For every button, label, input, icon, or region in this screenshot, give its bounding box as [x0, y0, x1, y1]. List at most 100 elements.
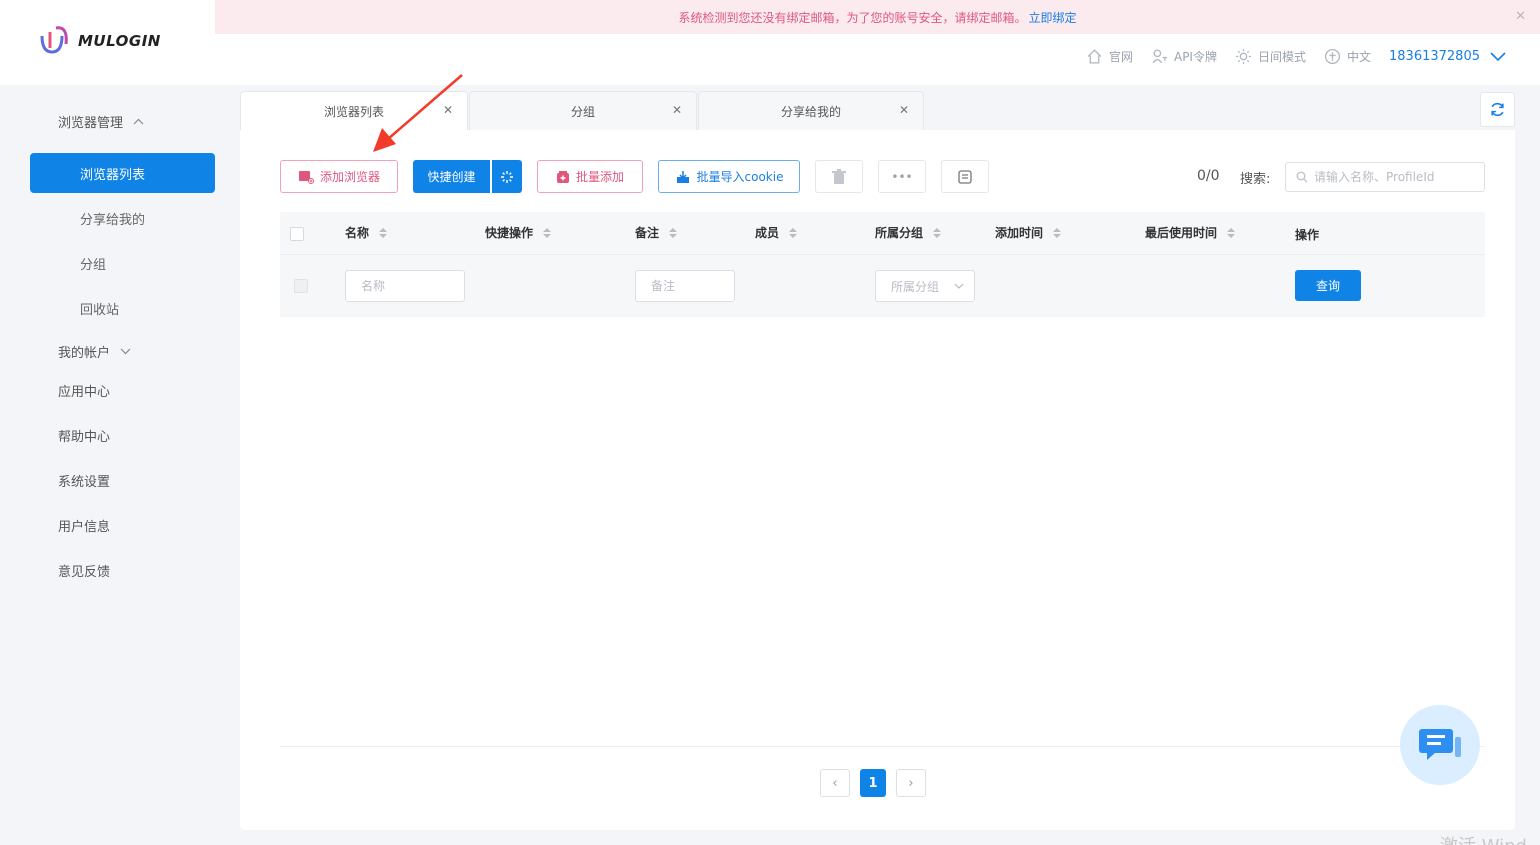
chevron-down-icon — [1490, 51, 1506, 61]
chevron-down-icon — [120, 348, 131, 355]
trash-icon — [832, 168, 846, 184]
close-icon[interactable]: ✕ — [1515, 9, 1526, 24]
user-phone: 18361372805 — [1389, 49, 1480, 64]
tab-label: 分享给我的 — [780, 105, 841, 119]
close-icon[interactable]: ✕ — [899, 103, 909, 117]
sidebar-item-groups[interactable]: 分组 — [80, 254, 106, 273]
query-button[interactable]: 查询 — [1295, 270, 1361, 301]
theme-label: 日间模式 — [1257, 50, 1306, 64]
import-cookie-button[interactable]: 批量导入cookie — [658, 160, 800, 193]
name-filter-field[interactable] — [345, 270, 465, 302]
refresh-button[interactable] — [1480, 92, 1515, 127]
column-header-name[interactable]: 名称 — [345, 224, 388, 241]
tab-label: 浏览器列表 — [323, 105, 384, 119]
column-header-note[interactable]: 备注 — [635, 224, 678, 241]
search-field[interactable] — [1285, 162, 1485, 192]
pagination-page-1[interactable]: 1 — [860, 769, 886, 797]
chevron-up-icon — [133, 118, 144, 125]
quick-create-button[interactable]: 快捷创建 — [413, 160, 491, 193]
column-label: 最后使用时间 — [1145, 226, 1218, 240]
column-header-actions: 操作 — [1295, 226, 1319, 243]
sidebar: 浏览器管理 浏览器列表 分享给我的 分组 回收站 我的帐户 应用中心 帮助中心 … — [0, 85, 215, 845]
tab-shared-with-me[interactable]: 分享给我的 ✕ — [698, 91, 924, 131]
email-binding-notice: 系统检测到您还没有绑定邮箱，为了您的账号安全，请绑定邮箱。 立即绑定 ✕ — [215, 0, 1540, 34]
language-switch[interactable]: 中文 — [1324, 48, 1371, 65]
sparkle-icon — [501, 170, 513, 183]
notice-text: 系统检测到您还没有绑定邮箱，为了您的账号安全，请绑定邮箱。 — [678, 10, 1027, 25]
sidebar-item-user-info[interactable]: 用户信息 — [58, 516, 110, 535]
sidebar-group-browser-mgmt[interactable]: 浏览器管理 — [58, 112, 144, 131]
sidebar-item-recycle-bin[interactable]: 回收站 — [80, 299, 119, 318]
column-label: 名称 — [345, 226, 370, 240]
sort-icon[interactable] — [543, 227, 552, 238]
import-icon — [676, 170, 689, 183]
theme-toggle[interactable]: 日间模式 — [1235, 48, 1306, 65]
row-checkbox[interactable] — [294, 279, 308, 293]
column-label: 所属分组 — [875, 226, 924, 240]
website-link[interactable]: 官网 — [1086, 48, 1133, 65]
add-browser-icon — [298, 170, 314, 184]
sidebar-item-shared-with-me[interactable]: 分享给我的 — [80, 209, 145, 228]
pagination-next-button[interactable]: › — [896, 769, 926, 797]
sun-icon — [1236, 49, 1251, 64]
sidebar-item-browser-list[interactable]: 浏览器列表 — [30, 153, 215, 193]
delete-button[interactable] — [815, 160, 863, 193]
column-header-members[interactable]: 成员 — [755, 224, 798, 241]
add-browser-label: 添加浏览器 — [319, 170, 380, 184]
column-header-last-used[interactable]: 最后使用时间 — [1145, 224, 1236, 241]
document-icon — [958, 169, 972, 184]
sort-icon[interactable] — [669, 227, 678, 238]
home-icon — [1087, 49, 1102, 64]
brand-name: MULOGIN — [78, 32, 161, 50]
tab-browser-list[interactable]: 浏览器列表 ✕ — [240, 91, 468, 131]
language-label: 中文 — [1347, 50, 1372, 64]
sidebar-item-help-center[interactable]: 帮助中心 — [58, 426, 110, 445]
windows-activation-watermark: 激活 Wind — [1440, 832, 1527, 845]
sort-icon[interactable] — [379, 227, 388, 238]
column-label: 操作 — [1295, 228, 1320, 242]
chat-support-button[interactable] — [1400, 705, 1480, 785]
quick-create-options-button[interactable] — [492, 160, 522, 193]
sidebar-item-app-center[interactable]: 应用中心 — [58, 381, 110, 400]
more-actions-button[interactable]: ••• — [878, 160, 926, 193]
sidebar-item-feedback[interactable]: 意见反馈 — [58, 561, 110, 580]
batch-add-label: 批量添加 — [575, 170, 624, 184]
name-filter-input[interactable] — [361, 279, 464, 293]
browser-list-panel: 添加浏览器 快捷创建 批量添加 批量导入cookie ••• 0/0 搜索: 名… — [240, 130, 1515, 830]
tab-groups[interactable]: 分组 ✕ — [469, 91, 697, 131]
brand-logo[interactable]: MULOGIN — [38, 24, 161, 58]
close-icon[interactable]: ✕ — [672, 103, 682, 117]
sidebar-group-my-account[interactable]: 我的帐户 — [58, 342, 131, 361]
group-filter-select[interactable]: 所属分组 — [875, 270, 975, 302]
sidebar-group-label: 浏览器管理 — [58, 116, 124, 131]
column-header-quick-actions[interactable]: 快捷操作 — [485, 224, 552, 241]
bind-now-link[interactable]: 立即绑定 — [1029, 9, 1077, 26]
export-button[interactable] — [941, 160, 989, 193]
sort-icon[interactable] — [789, 227, 798, 238]
globe-icon — [1324, 48, 1341, 65]
user-menu[interactable]: 18361372805 — [1389, 49, 1506, 64]
refresh-icon — [1491, 102, 1504, 117]
batch-add-button[interactable]: 批量添加 — [537, 160, 643, 193]
batch-add-icon — [556, 170, 569, 183]
column-label: 添加时间 — [995, 226, 1044, 240]
api-token-link[interactable]: API令牌 — [1151, 48, 1217, 65]
sort-icon[interactable] — [1227, 227, 1236, 238]
sort-icon[interactable] — [933, 227, 942, 238]
sidebar-group-label: 我的帐户 — [58, 346, 111, 361]
search-input[interactable] — [1314, 170, 1479, 184]
close-icon[interactable]: ✕ — [443, 103, 453, 117]
column-header-group[interactable]: 所属分组 — [875, 224, 942, 241]
note-filter-input[interactable] — [651, 279, 734, 293]
sort-icon[interactable] — [1053, 227, 1062, 238]
select-all-checkbox[interactable] — [290, 227, 304, 241]
chevron-down-icon — [954, 283, 964, 289]
add-browser-button[interactable]: 添加浏览器 — [280, 160, 398, 193]
sidebar-item-settings[interactable]: 系统设置 — [58, 471, 110, 490]
import-cookie-label: 批量导入cookie — [696, 170, 784, 184]
header-actions: 官网 API令牌 日间模式 中文 18361372805 — [1086, 48, 1506, 65]
column-header-added-time[interactable]: 添加时间 — [995, 224, 1062, 241]
note-filter-field[interactable] — [635, 270, 735, 302]
mulogin-logo-icon — [38, 24, 72, 58]
pagination-prev-button[interactable]: ‹ — [820, 769, 850, 797]
